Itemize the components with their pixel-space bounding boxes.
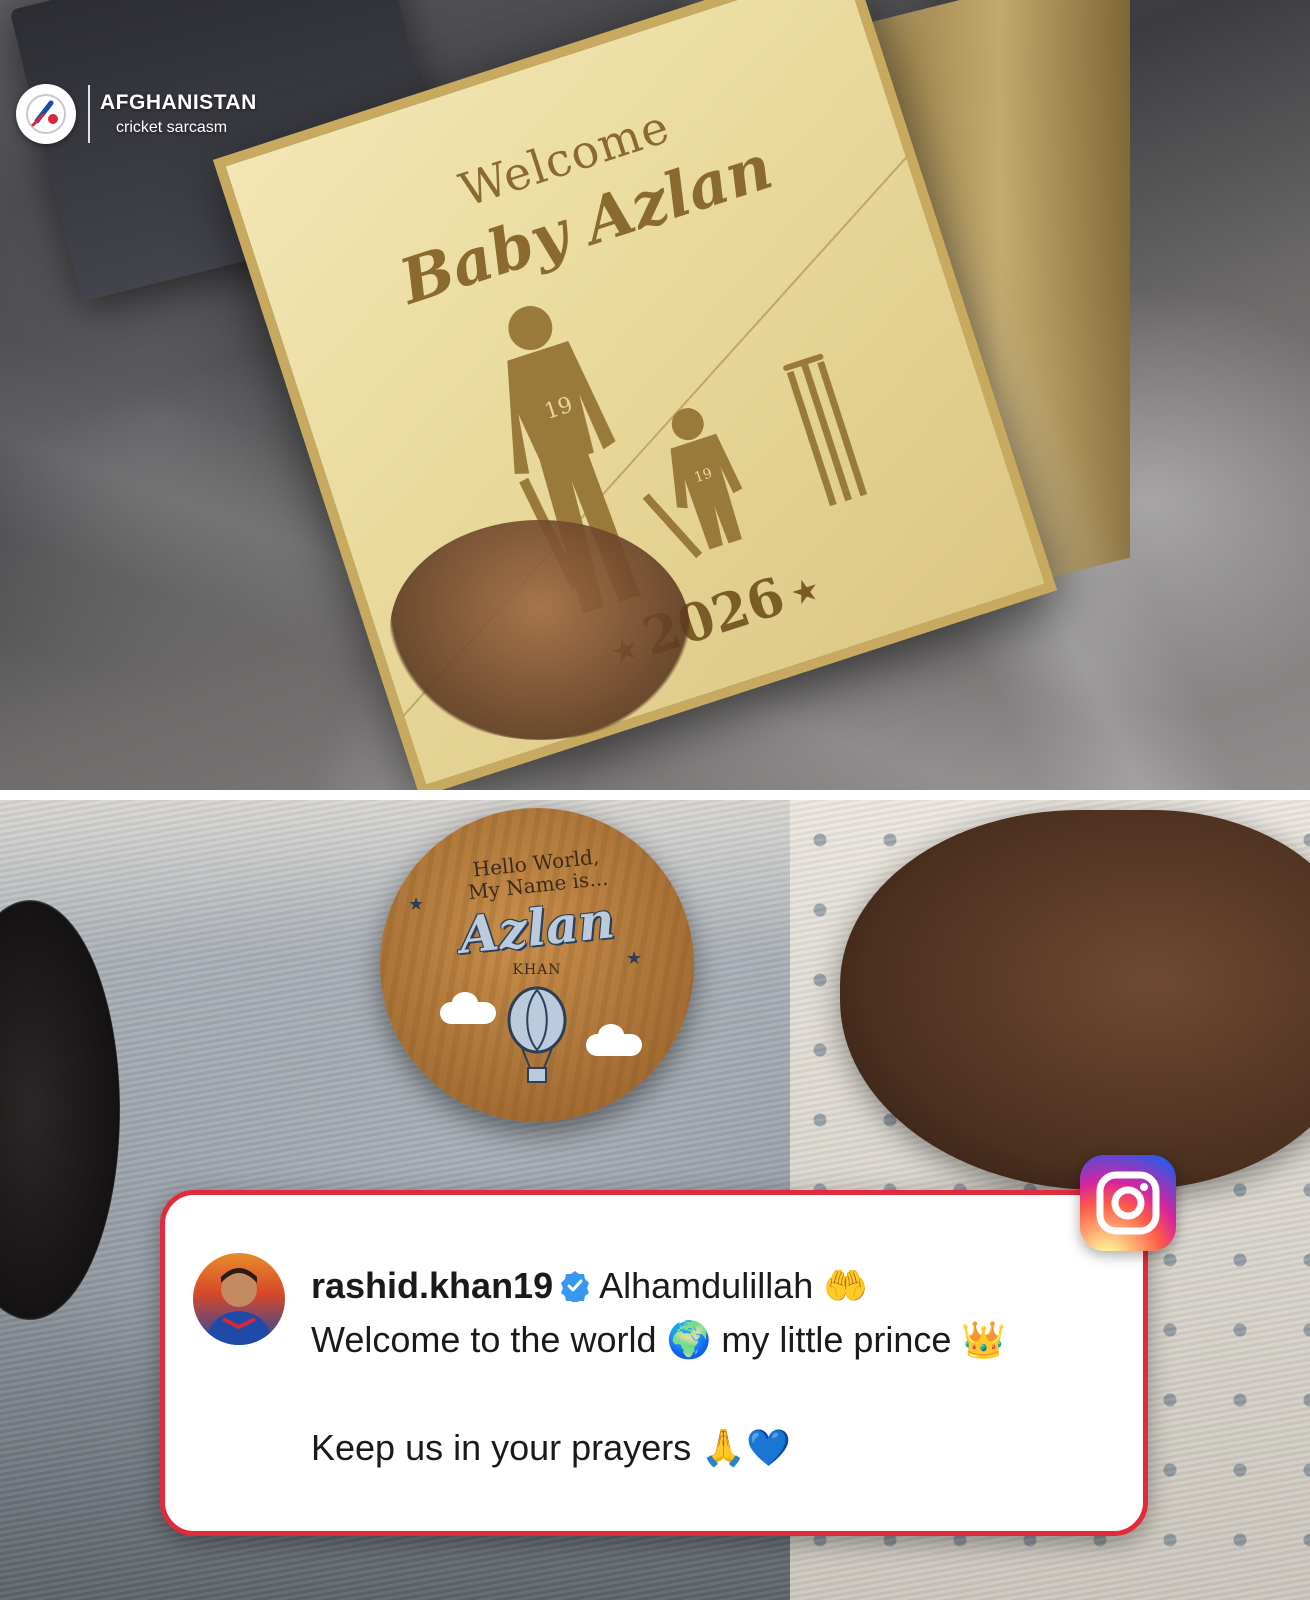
cloud-icon <box>440 992 496 1024</box>
blurred-hand <box>390 520 690 740</box>
top-photo-panel: Welcome Baby Azlan 19 19 2026★ AFGHANIST… <box>0 0 1310 790</box>
star-icon: ★ <box>788 571 823 612</box>
watermark-title: AFGHANISTAN <box>100 91 257 114</box>
post-caption: rashid.khan19 Alhamdulillah 🤲 Welcome to… <box>311 1259 1115 1475</box>
caption-line2-text-a: Welcome to the world <box>311 1319 657 1360</box>
username[interactable]: rashid.khan19 <box>311 1265 553 1306</box>
avatar[interactable] <box>193 1253 285 1345</box>
star-icon: ★ <box>626 948 643 968</box>
praying-hands-emoji-icon: 🙏 <box>701 1427 747 1468</box>
instagram-icon <box>1080 1155 1176 1251</box>
verified-badge-icon <box>561 1271 590 1302</box>
caption-line2-text-b: my little prince <box>721 1319 952 1360</box>
instagram-post-card: rashid.khan19 Alhamdulillah 🤲 Welcome to… <box>160 1190 1148 1536</box>
cricket-ball-logo-icon <box>16 84 76 144</box>
caption-line3-text: Keep us in your prayers <box>311 1427 692 1468</box>
globe-emoji-icon: 🌍 <box>666 1319 712 1360</box>
watermark: AFGHANISTAN cricket sarcasm <box>16 84 257 144</box>
crown-emoji-icon: 👑 <box>961 1319 1007 1360</box>
blue-heart-emoji-icon: 💙 <box>746 1427 791 1468</box>
watermark-subtitle: cricket sarcasm <box>116 119 228 136</box>
panel-divider <box>0 790 1310 800</box>
caption-line1-text: Alhamdulillah <box>599 1265 814 1306</box>
cloud-icon <box>586 1024 642 1056</box>
watermark-divider <box>88 85 90 143</box>
name-badge: Hello World, My Name is... Azlan KHAN ★ … <box>380 808 694 1122</box>
open-hands-emoji-icon: 🤲 <box>823 1265 869 1306</box>
hot-air-balloon-icon <box>507 986 567 1083</box>
badge-surname: KHAN <box>512 962 562 978</box>
star-icon: ★ <box>408 894 425 914</box>
